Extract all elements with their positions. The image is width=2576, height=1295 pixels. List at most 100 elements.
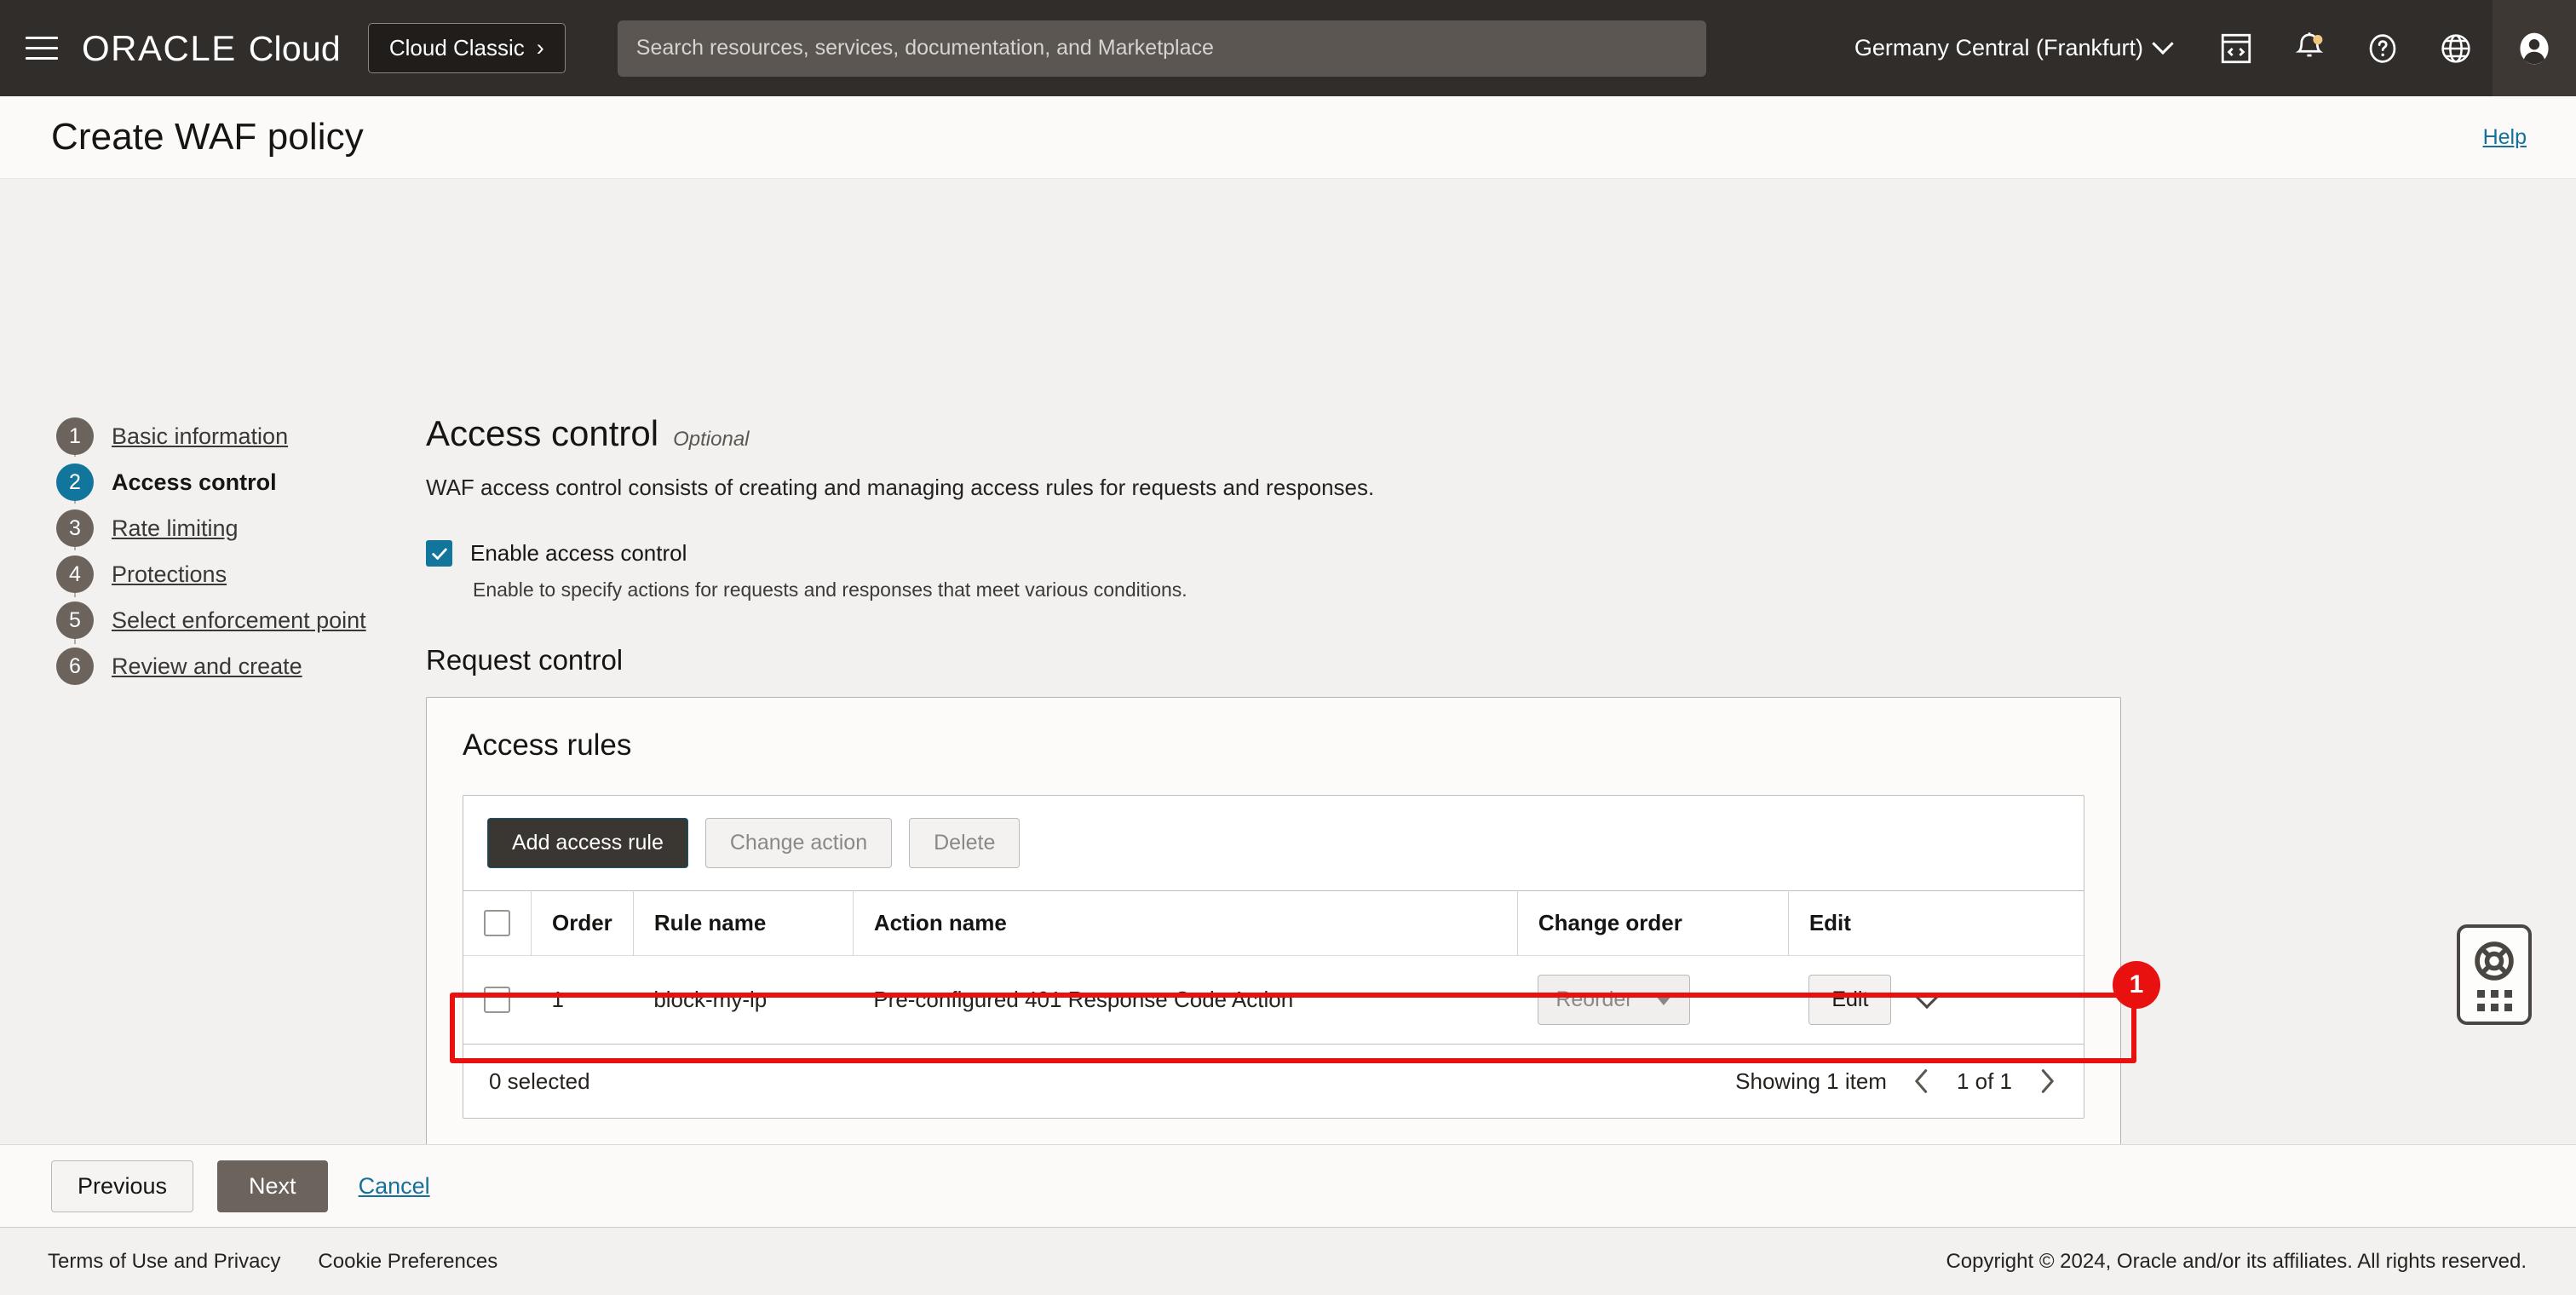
page-body: 1 Basic information 2 Access control 3 R… — [0, 179, 2576, 1144]
access-rules-title: Access rules — [427, 698, 2120, 763]
row-select-cell — [463, 956, 532, 1045]
previous-button[interactable]: Previous — [51, 1160, 193, 1212]
wizard-step-nav: 1 Basic information 2 Access control 3 R… — [0, 179, 426, 1144]
select-all-header — [463, 891, 532, 956]
header-right-cluster: Germany Central (Frankfurt) — [1854, 0, 2576, 96]
copyright-text: Copyright © 2024, Oracle and/or its affi… — [1946, 1250, 2527, 1274]
region-selector[interactable]: Germany Central (Frankfurt) — [1854, 35, 2199, 61]
cell-action-name: Pre-configured 401 Response Code Action — [853, 956, 1517, 1045]
enable-access-control-row[interactable]: Enable access control — [426, 540, 2121, 567]
step-label[interactable]: Protections — [112, 561, 227, 588]
global-search — [618, 20, 1706, 77]
notifications-bell-icon[interactable] — [2273, 0, 2346, 96]
step-number-badge: 2 — [56, 463, 94, 501]
access-rules-table: Order Rule name Action name Change order… — [463, 890, 2084, 1044]
step-number-badge: 6 — [56, 648, 94, 685]
column-header-rule-name: Rule name — [633, 891, 853, 956]
request-control-heading: Request control — [426, 644, 2121, 676]
sidebar-item-review-and-create[interactable]: 6 Review and create — [56, 643, 426, 689]
cookie-preferences-link[interactable]: Cookie Preferences — [318, 1250, 497, 1274]
support-lifebuoy-widget[interactable] — [2457, 924, 2532, 1025]
step-number-badge: 3 — [56, 509, 94, 547]
add-access-rule-button[interactable]: Add access rule — [487, 818, 688, 868]
column-header-change-order: Change order — [1517, 891, 1788, 956]
step-label[interactable]: Basic information — [112, 423, 288, 450]
brand-cloud-text: Cloud — [249, 29, 341, 69]
delete-button[interactable]: Delete — [909, 818, 1020, 868]
step-number-badge: 4 — [56, 555, 94, 593]
enable-access-control-label: Enable access control — [470, 540, 687, 567]
cloud-classic-button[interactable]: Cloud Classic › — [368, 23, 566, 73]
oracle-cloud-logo[interactable]: ORACLE Cloud — [82, 28, 341, 69]
wizard-footer-bar: Previous Next Cancel 2 — [0, 1144, 2576, 1227]
brand-oracle-text: ORACLE — [82, 28, 237, 69]
column-header-edit: Edit — [1788, 891, 2084, 956]
optional-tag: Optional — [673, 428, 749, 452]
row-checkbox[interactable] — [484, 987, 510, 1013]
access-rules-table-container: Add access rule Change action Delete Ord… — [463, 795, 2084, 1119]
enable-access-control-checkbox[interactable] — [426, 540, 452, 567]
header-icon-group — [2199, 0, 2576, 96]
sidebar-item-access-control[interactable]: 2 Access control — [56, 459, 426, 505]
pagination: Showing 1 item 1 of 1 — [1735, 1067, 2058, 1096]
change-action-button[interactable]: Change action — [705, 818, 892, 868]
step-number-badge: 1 — [56, 417, 94, 455]
previous-page-icon[interactable] — [1911, 1067, 1933, 1096]
help-question-icon[interactable] — [2346, 0, 2419, 96]
sidebar-item-protections[interactable]: 4 Protections — [56, 551, 426, 597]
hamburger-bar — [26, 47, 58, 49]
step-number-badge: 5 — [56, 601, 94, 639]
cancel-link[interactable]: Cancel — [359, 1173, 430, 1200]
showing-items-text: Showing 1 item — [1735, 1068, 1887, 1095]
next-page-icon[interactable] — [2036, 1067, 2058, 1096]
step-label[interactable]: Review and create — [112, 653, 302, 680]
lifebuoy-icon — [2472, 939, 2516, 983]
checkmark-icon — [430, 544, 449, 563]
sidebar-item-select-enforcement-point[interactable]: 5 Select enforcement point — [56, 597, 426, 643]
reorder-dropdown[interactable]: Reorder — [1538, 975, 1689, 1025]
cell-rule-name: block-my-ip — [633, 956, 853, 1045]
access-rules-table-footer: 0 selected Showing 1 item 1 of 1 — [463, 1044, 2084, 1118]
section-title: Access control — [426, 413, 658, 454]
page-indicator: 1 of 1 — [1957, 1068, 2012, 1095]
page-footer: Terms of Use and Privacy Cookie Preferen… — [0, 1227, 2576, 1295]
cloud-shell-icon[interactable] — [2199, 0, 2273, 96]
app-root: ORACLE Cloud Cloud Classic › Germany Cen… — [0, 0, 2576, 1295]
region-label: Germany Central (Frankfurt) — [1854, 35, 2143, 61]
access-rules-card: Access rules Add access rule Change acti… — [426, 697, 2121, 1144]
step-label: Access control — [112, 469, 277, 496]
table-row[interactable]: 1 block-my-ip Pre-configured 401 Respons… — [463, 956, 2084, 1045]
main-content: Access control Optional WAF access contr… — [426, 179, 2189, 1144]
drag-handle-dots-icon[interactable] — [2477, 990, 2512, 1011]
enable-access-control-help: Enable to specify actions for requests a… — [473, 578, 2121, 601]
language-globe-icon[interactable] — [2419, 0, 2493, 96]
page-title: Create WAF policy — [51, 116, 364, 158]
help-link[interactable]: Help — [2483, 125, 2527, 150]
hamburger-bar — [26, 57, 58, 60]
hamburger-menu-icon[interactable] — [15, 22, 68, 75]
hamburger-bar — [26, 37, 58, 39]
cell-edit: Edit — [1788, 956, 2084, 1045]
chevron-down-icon[interactable] — [1915, 984, 1939, 1008]
sidebar-item-rate-limiting[interactable]: 3 Rate limiting — [56, 505, 426, 551]
cloud-classic-label: Cloud Classic — [389, 35, 525, 61]
cell-change-order: Reorder — [1517, 956, 1788, 1045]
user-avatar-icon[interactable] — [2493, 0, 2576, 96]
section-description: WAF access control consists of creating … — [426, 475, 2121, 501]
table-header-row: Order Rule name Action name Change order… — [463, 891, 2084, 956]
terms-of-use-link[interactable]: Terms of Use and Privacy — [48, 1250, 280, 1274]
next-button[interactable]: Next — [217, 1160, 328, 1212]
page-header: Create WAF policy Help — [0, 96, 2576, 179]
reorder-label: Reorder — [1555, 987, 1632, 1012]
sidebar-item-basic-information[interactable]: 1 Basic information — [56, 413, 426, 459]
chevron-right-icon: › — [537, 37, 544, 60]
edit-button[interactable]: Edit — [1808, 975, 1891, 1025]
step-label[interactable]: Rate limiting — [112, 515, 239, 542]
selected-count: 0 selected — [489, 1068, 590, 1095]
chevron-down-icon — [2152, 32, 2173, 54]
cell-order: 1 — [532, 956, 634, 1045]
select-all-checkbox[interactable] — [484, 910, 510, 936]
column-header-order: Order — [532, 891, 634, 956]
step-label[interactable]: Select enforcement point — [112, 607, 366, 634]
search-input[interactable] — [618, 20, 1706, 77]
